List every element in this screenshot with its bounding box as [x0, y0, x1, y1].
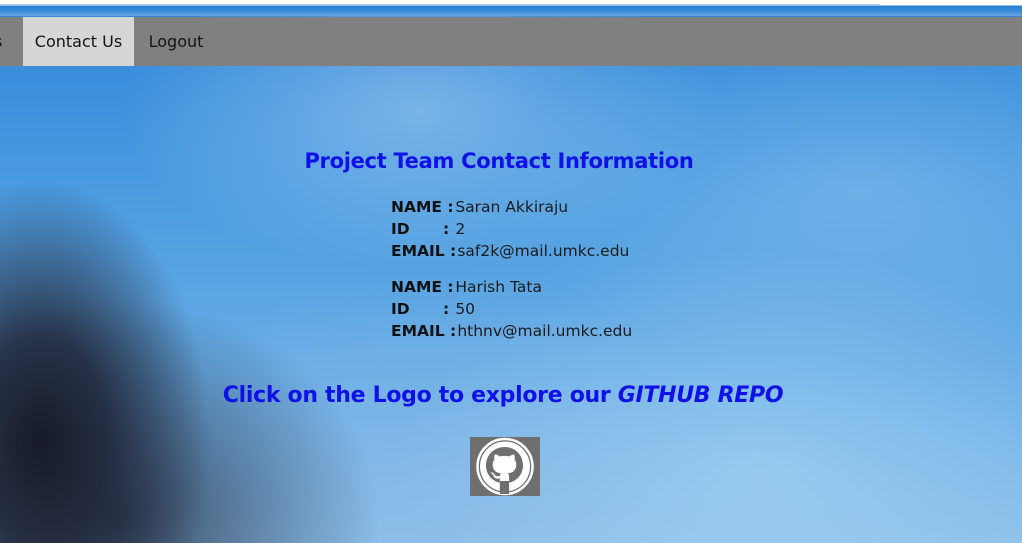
github-logo-link[interactable] — [470, 437, 540, 496]
member-name-row: NAME : Saran Akkiraju — [391, 196, 691, 218]
member-name: Harish Tata — [455, 278, 542, 296]
member-email-row: EMAIL : hthnv@mail.umkc.edu — [391, 320, 691, 342]
browser-address-bar[interactable] — [0, 0, 880, 5]
email-label: EMAIL : — [391, 322, 457, 340]
nav-item-contact-us[interactable]: Contact Us — [23, 17, 134, 66]
member-email: saf2k@mail.umkc.edu — [457, 242, 630, 260]
github-call-to-action: Click on the Logo to explore our GITHUB … — [0, 383, 1006, 408]
member-name: Saran Akkiraju — [455, 198, 569, 216]
top-navbar: s Contact Us Logout — [0, 17, 1022, 66]
member-email-row: EMAIL : saf2k@mail.umkc.edu — [391, 240, 691, 262]
browser-top-strip — [0, 0, 1022, 16]
member-email: hthnv@mail.umkc.edu — [457, 322, 633, 340]
team-member-card: NAME : Saran Akkiraju ID: 2 EMAIL : saf2… — [391, 196, 691, 262]
member-id: 2 — [455, 220, 466, 238]
cta-text: Click on the Logo to explore our — [222, 383, 618, 408]
id-colon: : — [443, 300, 450, 318]
nav-item-previous[interactable]: s — [0, 17, 23, 66]
name-label: NAME : — [391, 198, 454, 216]
member-id-row: ID: 2 — [391, 218, 691, 240]
cta-emphasis: GITHUB REPO — [617, 383, 784, 408]
email-label: EMAIL : — [391, 242, 457, 260]
nav-item-previous-label: s — [0, 32, 2, 51]
team-member-card: NAME : Harish Tata ID: 50 EMAIL : hthnv@… — [391, 276, 691, 342]
member-id-row: ID: 50 — [391, 298, 691, 320]
member-name-row: NAME : Harish Tata — [391, 276, 691, 298]
name-label: NAME : — [391, 278, 454, 296]
member-id: 50 — [455, 300, 476, 318]
id-colon: : — [443, 220, 450, 238]
id-label: ID — [391, 300, 410, 318]
github-octocat-icon — [476, 437, 534, 496]
page-title: Project Team Contact Information — [304, 149, 694, 173]
id-label: ID — [391, 220, 410, 238]
nav-item-logout[interactable]: Logout — [134, 17, 218, 66]
